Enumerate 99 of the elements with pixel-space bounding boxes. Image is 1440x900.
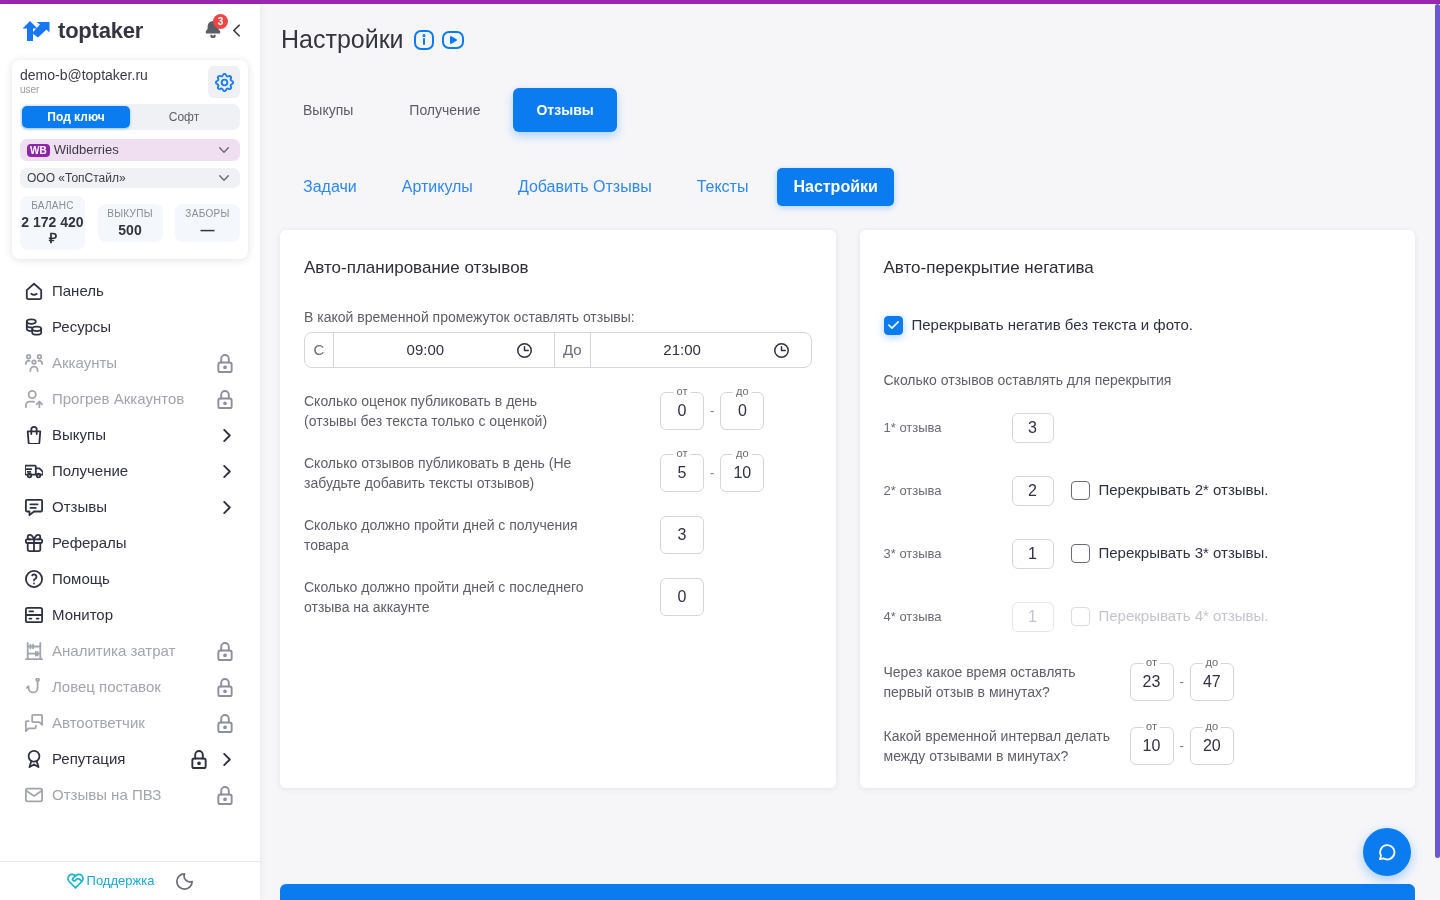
lock-icon <box>217 641 233 661</box>
account-email: demo-b@toptaker.ru <box>20 66 148 84</box>
heart-icon <box>66 873 84 889</box>
chat-button[interactable] <box>1363 828 1411 876</box>
gift-icon <box>25 534 43 552</box>
nav-item[interactable]: Рефералы <box>12 525 248 561</box>
settings-button[interactable] <box>208 66 240 98</box>
range-separator: - <box>1179 672 1184 691</box>
tab[interactable]: Отзывы <box>513 88 617 132</box>
settings-icon <box>214 72 234 92</box>
chat-icon <box>25 714 43 732</box>
help-icon <box>25 570 43 588</box>
number-field[interactable]: 0 <box>660 578 704 616</box>
nav-item[interactable]: Выкупы <box>12 417 248 453</box>
number-field[interactable]: 3 <box>660 516 704 554</box>
nav-item[interactable]: Ресурсы <box>12 309 248 345</box>
field-caption: Сколько отзывов публиковать в день (Не забудьте добавить тексты отзывов) <box>304 454 573 493</box>
field-caption: Какой временной интервал делать между отзывами в минутах? <box>883 726 1111 766</box>
award-icon <box>25 750 43 768</box>
checkbox-label: Перекрывать негатив без текста и фото. <box>911 315 1193 335</box>
checkbox-label: Перекрывать 4* отзывы. <box>1098 606 1269 627</box>
play-icon[interactable] <box>441 31 464 49</box>
checkbox-label: Перекрывать 3* отзывы. <box>1098 543 1269 564</box>
field-caption: 3* отзыва <box>883 544 943 563</box>
field-caption: 2* отзыва <box>883 481 943 500</box>
chevron-right-icon <box>223 428 231 442</box>
field-caption: Сколько отзывов оставлять для перекрытия <box>883 370 1173 390</box>
abacus-icon <box>25 642 43 660</box>
field-caption: Сколько должно пройти дней с последнего отзыва на аккаунте <box>304 578 585 617</box>
number-field[interactable]: 1 <box>1011 538 1054 569</box>
chevron-down-icon <box>219 175 229 181</box>
marketplace-select[interactable]: WB Wildberries <box>20 139 240 161</box>
marketplace-badge: WB <box>27 143 50 157</box>
nav-item[interactable]: Панель <box>12 273 248 309</box>
chat-bubble-icon <box>1378 843 1396 861</box>
range-separator: - <box>1179 736 1184 755</box>
stat-value: 500 <box>117 222 143 238</box>
logo-text: toptaker <box>58 16 144 45</box>
check-icon <box>887 321 899 330</box>
moon-icon[interactable] <box>176 872 194 890</box>
notification-badge: 3 <box>213 14 228 29</box>
stat-label: БАЛАНС <box>30 200 75 212</box>
home-icon <box>25 282 43 300</box>
checkbox[interactable] <box>1070 481 1090 500</box>
account-role: user <box>20 84 41 96</box>
tab[interactable]: Получение <box>386 88 504 132</box>
field-caption: Через какое время оставлять первый отзыв в минутах? <box>883 662 1077 702</box>
checkbox[interactable] <box>1070 544 1090 563</box>
range-separator: - <box>710 402 715 421</box>
nav-item[interactable]: Отзывы <box>12 489 248 525</box>
lock-icon <box>217 785 233 805</box>
mail-icon <box>25 786 43 804</box>
lock-icon <box>217 677 233 697</box>
message-icon <box>25 498 43 516</box>
lock-icon <box>217 389 233 409</box>
scrollbar[interactable] <box>1435 4 1440 858</box>
tab[interactable]: Выкупы <box>280 88 377 132</box>
truck-icon <box>25 462 43 480</box>
checkbox-label: Перекрывать 2* отзывы. <box>1098 480 1269 501</box>
users-icon <box>25 354 43 372</box>
card-title: Авто-планирование отзывов <box>304 257 530 279</box>
coins-icon <box>25 318 43 336</box>
lock-icon <box>217 353 233 373</box>
stat-label: ЗАБОРЫ <box>184 208 231 220</box>
checkbox[interactable] <box>883 315 903 335</box>
chevron-right-icon <box>223 464 231 478</box>
field-caption: 1* отзыва <box>883 418 943 437</box>
number-field[interactable]: 3 <box>1011 412 1054 443</box>
company-select[interactable]: ООО «ТопСтайл» <box>20 168 240 188</box>
chevron-left-icon[interactable] <box>233 23 240 37</box>
lock-icon <box>191 749 207 769</box>
lock-icon <box>217 713 233 733</box>
card-title: Авто-перекрытие негатива <box>883 257 1095 279</box>
field-caption: В какой временной промежуток оставлять отзывы: <box>304 308 636 327</box>
nav-item[interactable]: Репутация <box>12 741 248 777</box>
nav-item[interactable]: Получение <box>12 453 248 489</box>
chevron-down-icon <box>219 147 229 153</box>
range-separator: - <box>710 464 715 483</box>
page-title: Настройки <box>281 24 404 56</box>
stat-value: 2 172 420 ₽ <box>20 214 85 246</box>
hook-icon <box>25 678 43 696</box>
subtab[interactable]: Настройки <box>777 168 894 206</box>
mode-tab[interactable]: Софт <box>130 106 238 128</box>
nav-item[interactable]: Монитор <box>12 597 248 633</box>
info-icon[interactable] <box>413 30 434 50</box>
nav-item[interactable]: Помощь <box>12 561 248 597</box>
mode-tab[interactable]: Под ключ <box>22 106 130 128</box>
number-field[interactable]: 2 <box>1011 475 1054 506</box>
server-icon <box>25 606 43 624</box>
field-caption: Сколько должно пройти дней с получения товара <box>304 516 579 555</box>
field-caption: 4* отзыва <box>883 607 943 626</box>
field-caption: Сколько оценок публиковать в день (отзывы без текста только с оценкой) <box>304 392 549 431</box>
logo-icon <box>22 18 50 42</box>
chevron-right-icon <box>223 500 231 514</box>
stat-label: ВЫКУПЫ <box>106 208 154 220</box>
user-arrow-icon <box>25 390 43 408</box>
chevron-right-icon <box>223 752 231 766</box>
bag-icon <box>25 426 43 444</box>
stat-value: — <box>199 222 216 238</box>
